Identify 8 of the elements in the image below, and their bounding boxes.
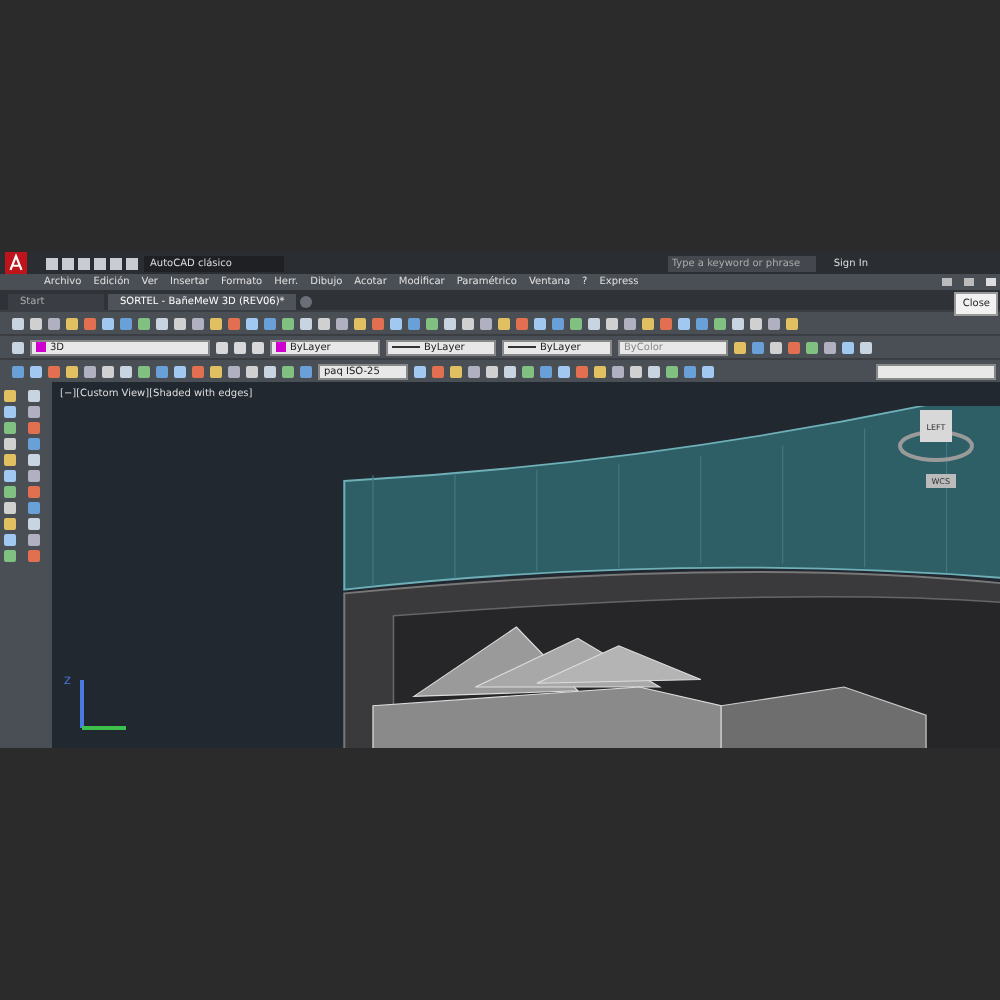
line-sample-icon [508,346,536,348]
toolbar-dropdown[interactable] [876,363,996,379]
color-swatch-icon [276,342,286,352]
layer-swatch-icon [36,342,46,352]
layer-icon[interactable] [12,341,24,353]
app-logo-icon [0,252,32,274]
compass-ring-icon [896,426,976,466]
line-sample-icon [392,346,420,348]
